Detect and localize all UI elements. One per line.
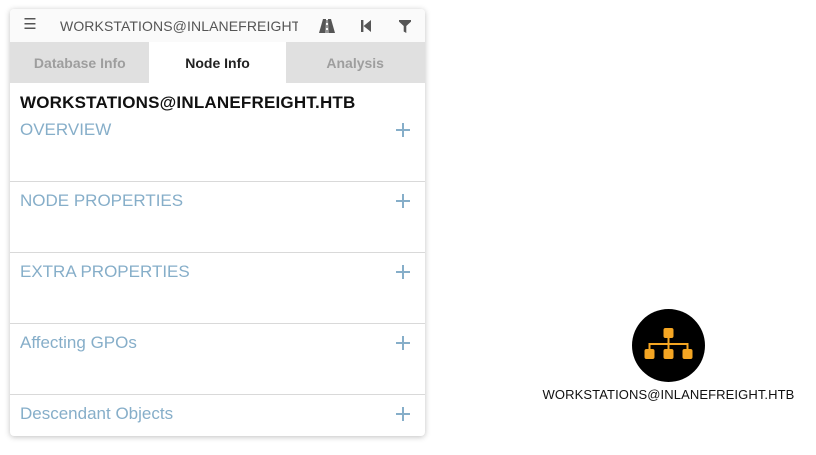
plus-icon[interactable] [396,336,410,350]
org-chart-icon [644,328,693,359]
pathfinding-button[interactable] [316,16,338,36]
filter-button[interactable] [394,16,416,36]
section-label: NODE PROPERTIES [20,191,184,210]
tab-analysis[interactable]: Analysis [286,42,424,83]
node-info-panel: ☰ Database Info Node Info Analys [10,9,425,436]
graph-node-label: WORKSTATIONS@INLANEFREIGHT.HTB [542,387,795,402]
section-overview[interactable]: OVERVIEW [10,111,425,182]
plus-icon[interactable] [396,123,410,137]
search-input[interactable] [60,15,298,37]
panel-tabs: Database Info Node Info Analysis [10,42,425,83]
hamburger-menu-icon[interactable]: ☰ [23,17,37,33]
section-extra-properties[interactable]: EXTRA PROPERTIES [10,253,425,324]
section-label: OVERVIEW [20,120,112,139]
section-descendant-objects[interactable]: Descendant Objects [10,395,425,436]
node-info-content: WORKSTATIONS@INLANEFREIGHT.HTB OVERVIEW … [10,83,425,436]
plus-icon[interactable] [396,265,410,279]
section-affecting-gpos[interactable]: Affecting GPOs [10,324,425,395]
tab-database-info[interactable]: Database Info [11,42,149,83]
step-back-icon [361,20,371,32]
road-path-icon [319,19,335,33]
search-bar: ☰ [10,9,425,43]
section-label: EXTRA PROPERTIES [20,262,190,281]
node-title: WORKSTATIONS@INLANEFREIGHT.HTB [20,93,356,112]
plus-icon[interactable] [396,407,410,421]
filter-icon [399,19,411,33]
tab-node-info[interactable]: Node Info [148,42,287,83]
section-node-properties[interactable]: NODE PROPERTIES [10,182,425,253]
graph-node-ou[interactable] [632,309,705,382]
plus-icon[interactable] [396,194,410,208]
back-button[interactable] [355,16,377,36]
section-label: Descendant Objects [20,404,174,423]
section-label: Affecting GPOs [20,333,137,352]
